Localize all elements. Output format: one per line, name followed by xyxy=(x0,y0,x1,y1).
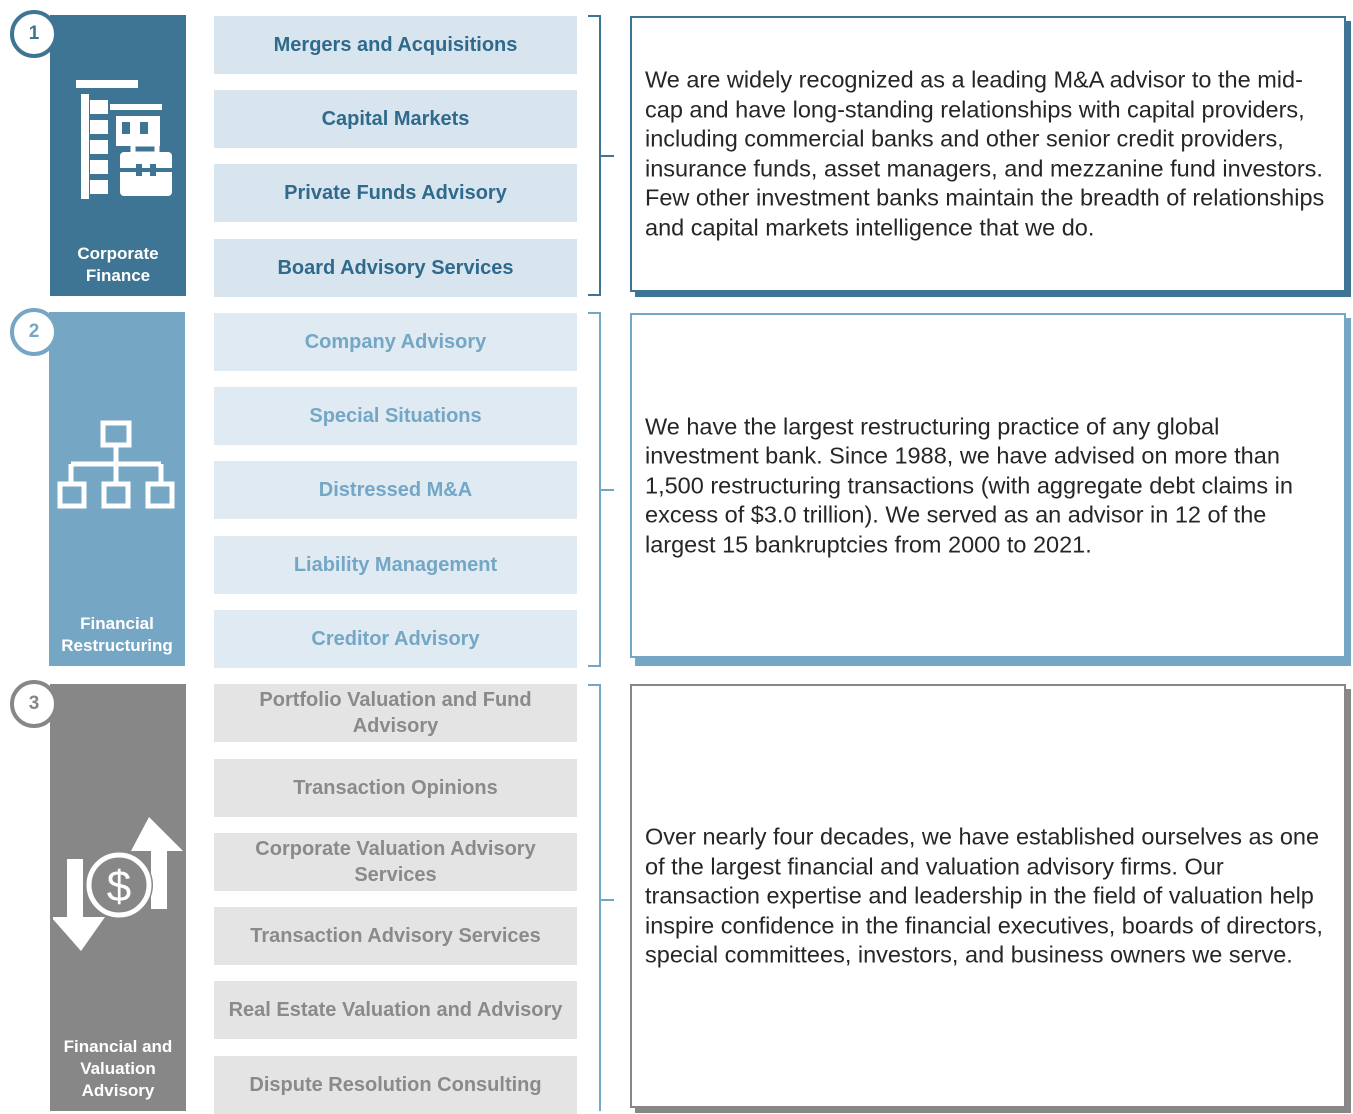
description-box: We are widely recognized as a leading M&… xyxy=(630,16,1346,292)
section-corporate-finance: Corporate Finance 1 Mergers and Acquisit… xyxy=(0,0,1353,300)
description-text: We are widely recognized as a leading M&… xyxy=(645,66,1325,241)
description-text: Over nearly four decades, we have establ… xyxy=(645,823,1323,968)
section-financial-restructuring: Financial Restructuring 2 Company Adviso… xyxy=(0,300,1353,670)
section-financial-valuation-advisory: $ Financial and Valuation Advisory 3 Por… xyxy=(0,672,1353,1114)
description-box: We have the largest restructuring practi… xyxy=(630,313,1346,658)
description-box: Over nearly four decades, we have establ… xyxy=(630,684,1346,1108)
description-text: We have the largest restructuring practi… xyxy=(645,412,1293,557)
